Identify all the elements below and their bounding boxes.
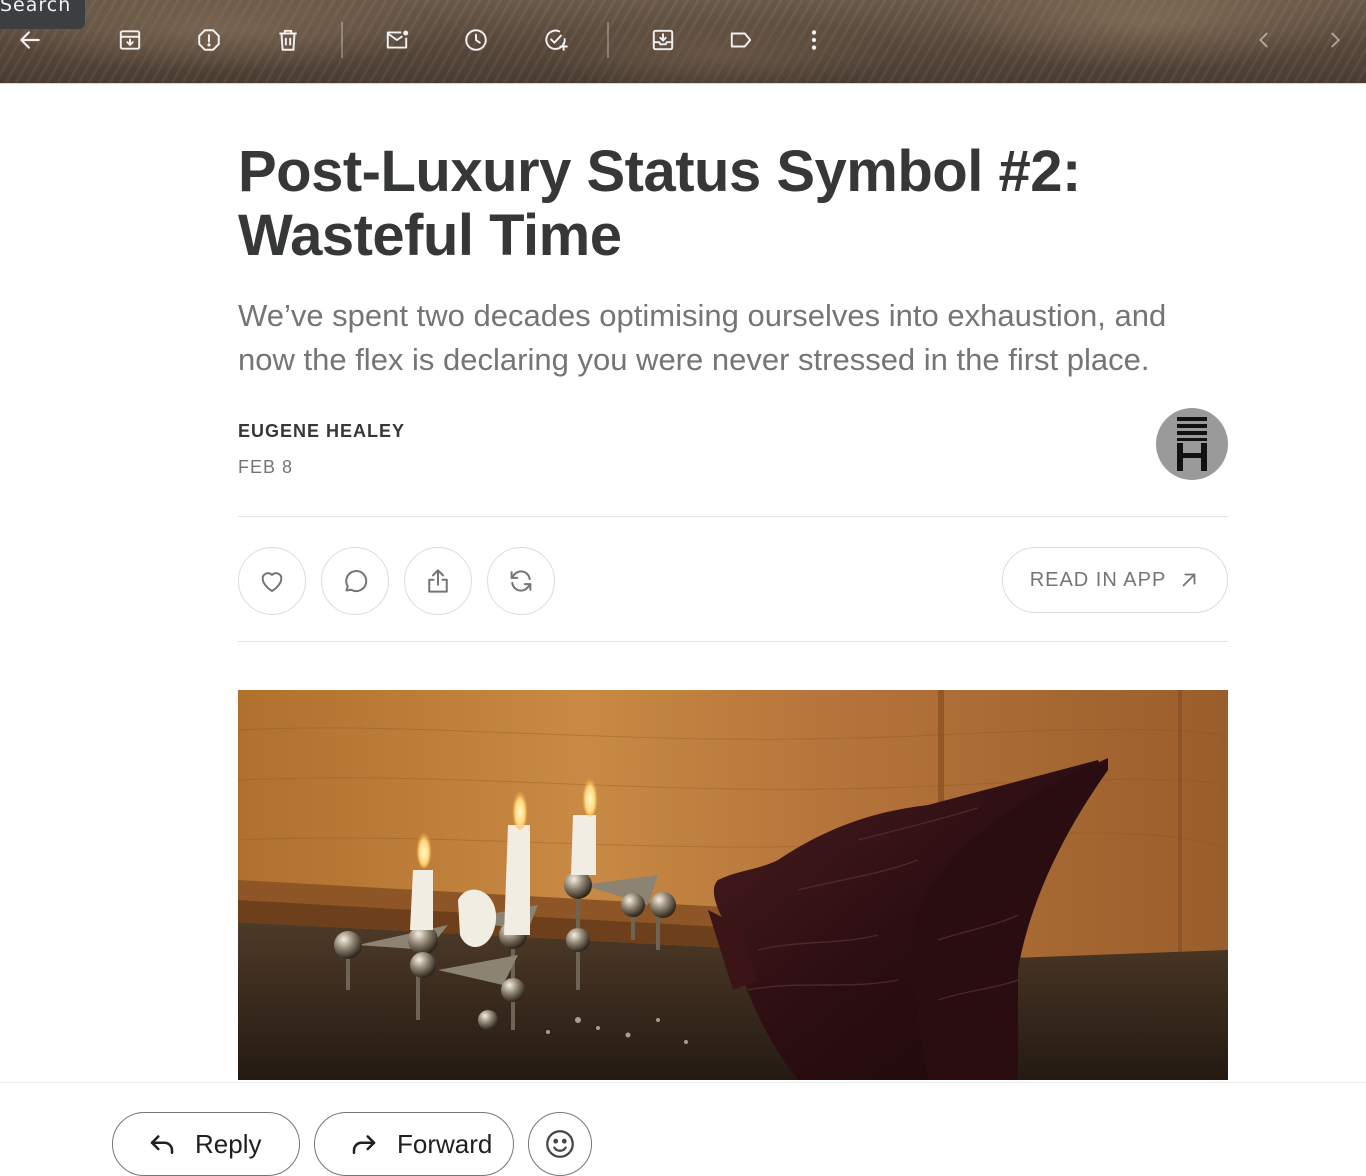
divider — [238, 641, 1228, 642]
add-task-button[interactable] — [536, 20, 576, 60]
author-name[interactable]: EUGENE HEALEY — [238, 421, 405, 442]
mark-unread-icon — [386, 30, 409, 49]
article-title[interactable]: Post-Luxury Status Symbol #2: Wasteful T… — [238, 140, 1228, 268]
toolbar-divider — [341, 22, 343, 58]
snooze-icon — [465, 29, 487, 51]
reply-icon — [150, 1135, 174, 1154]
chevron-left-icon — [1259, 32, 1268, 48]
article-subtitle: We’ve spent two decades optimising ourse… — [238, 298, 1167, 377]
forward-icon — [352, 1135, 376, 1154]
share-icon — [428, 569, 448, 593]
delete-button[interactable] — [268, 20, 308, 60]
label-icon — [730, 32, 752, 48]
move-to-button[interactable] — [643, 20, 683, 60]
top-toolbar: Search — [0, 0, 1366, 84]
more-vert-icon — [811, 30, 817, 50]
report-spam-button[interactable] — [189, 20, 229, 60]
post-actions: READ IN APP — [238, 517, 1228, 641]
archive-button[interactable] — [110, 20, 150, 60]
reply-bar: Reply Forward — [0, 1082, 1366, 1176]
restack-button[interactable] — [487, 547, 555, 615]
reply-label: Reply — [195, 1128, 262, 1159]
archive-icon — [119, 30, 141, 50]
candles-and-boots-photo — [238, 690, 1228, 1080]
back-arrow-icon — [20, 31, 40, 49]
heart-icon — [261, 572, 283, 592]
post-date: FEB 8 — [238, 457, 294, 477]
more-options-button[interactable] — [794, 20, 834, 60]
emoji-icon — [546, 1130, 574, 1158]
restack-icon — [510, 570, 532, 592]
read-in-app-label: READ IN APP — [1029, 568, 1167, 591]
publication-logo-icon — [1177, 417, 1207, 471]
forward-button[interactable]: Forward — [314, 1112, 514, 1176]
search-tooltip: Search — [0, 0, 86, 29]
external-arrow-icon — [1182, 573, 1196, 587]
newer-button[interactable] — [1244, 20, 1284, 60]
like-button[interactable] — [238, 547, 306, 615]
newsletter-article: Post-Luxury Status Symbol #2: Wasteful T… — [238, 140, 1228, 642]
byline: EUGENE HEALEY FEB 8 — [238, 408, 1228, 516]
snooze-button[interactable] — [456, 20, 496, 60]
article-hero-image[interactable] — [238, 690, 1228, 1080]
label-button[interactable] — [721, 20, 761, 60]
older-button[interactable] — [1315, 20, 1355, 60]
reply-button[interactable]: Reply — [112, 1112, 300, 1176]
share-button[interactable] — [404, 547, 472, 615]
read-in-app-button[interactable]: READ IN APP — [1002, 547, 1228, 613]
delete-icon — [279, 29, 297, 51]
emoji-reaction-button[interactable] — [528, 1112, 592, 1176]
toolbar-divider — [607, 22, 609, 58]
move-to-icon — [652, 29, 674, 51]
report-spam-icon — [198, 29, 220, 51]
chevron-right-icon — [1331, 32, 1340, 48]
add-task-icon — [545, 29, 568, 51]
mark-unread-button[interactable] — [377, 20, 417, 60]
comment-button[interactable] — [321, 547, 389, 615]
comment-icon — [345, 570, 368, 593]
publication-avatar[interactable] — [1156, 408, 1228, 480]
forward-label: Forward — [397, 1128, 493, 1159]
